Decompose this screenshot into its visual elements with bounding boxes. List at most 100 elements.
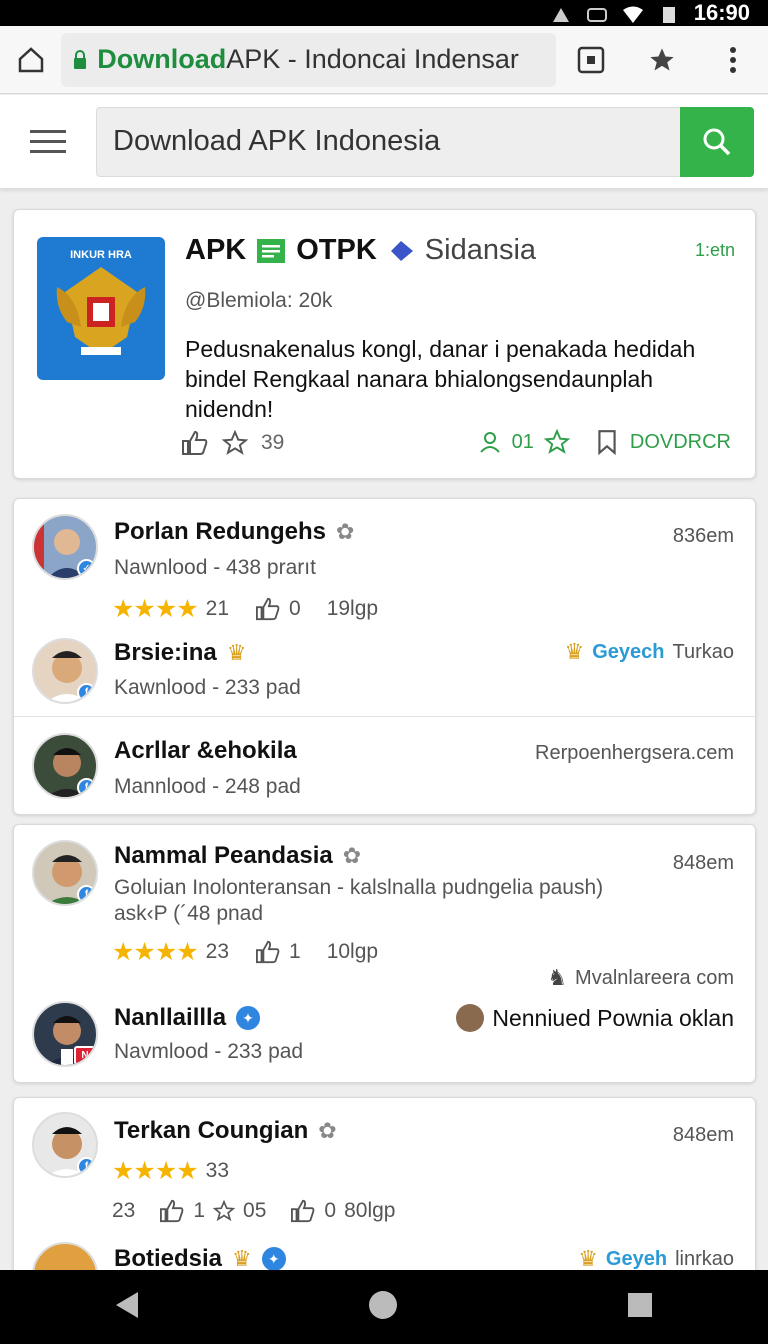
app-icon[interactable]: INKUR HRA xyxy=(37,237,165,380)
rating-row: ★★★★ 21 0 19lgp xyxy=(112,594,378,624)
site-link[interactable]: Rerpoenhergsera.cem xyxy=(535,742,734,765)
star-outline-icon[interactable] xyxy=(213,1200,236,1222)
verified-icon: ✓ xyxy=(77,559,96,578)
address-bar[interactable]: Download APK - Indoncai Indensar xyxy=(61,32,556,87)
browser-toolbar: Download APK - Indoncai Indensar xyxy=(0,26,768,94)
gear-icon: ✿ xyxy=(336,519,355,544)
promo-link[interactable]: Nenniued Pownia oklan xyxy=(456,1004,734,1032)
tag-b: Turkao xyxy=(672,640,734,663)
battery-icon xyxy=(658,4,680,23)
avatar[interactable]: f xyxy=(32,1112,98,1178)
post-time: 848em xyxy=(672,1124,734,1146)
post-time: 848em xyxy=(672,852,734,874)
document-icon xyxy=(257,238,286,263)
tag-a: Geyeh xyxy=(605,1247,668,1270)
tabs-icon xyxy=(577,46,605,73)
back-triangle-icon xyxy=(115,1291,138,1318)
stars-count: 05 xyxy=(243,1199,267,1222)
home-icon xyxy=(18,46,43,72)
recents-button[interactable] xyxy=(626,1291,654,1324)
badge-icon: ✦ xyxy=(261,1247,286,1271)
app-name[interactable]: Nanllaillla ✦ xyxy=(114,1004,261,1032)
thumbs-up-icon[interactable] xyxy=(181,430,209,456)
app-list-card: ✓ Porlan Redungehs ✿ 836em Nawnlood - 43… xyxy=(13,498,757,815)
featured-app-card[interactable]: INKUR HRA APK OTPK Sidansia 1:etn @Blemi… xyxy=(13,209,756,479)
download-meta: Nawnlood - 438 prarıt xyxy=(114,556,316,579)
file-size: 10lgp xyxy=(326,940,379,963)
download-link[interactable]: DOVDRCR xyxy=(630,431,731,454)
download-meta: Navmlood - 233 pad xyxy=(114,1040,304,1063)
bookmark-icon[interactable] xyxy=(594,429,620,455)
likes-count: 1 xyxy=(193,1199,206,1222)
thumbs-count: 1 xyxy=(289,940,301,963)
thumbs-up-icon[interactable] xyxy=(255,940,281,964)
star-icon xyxy=(650,47,674,70)
app-name[interactable]: Botiedsia ♛ ✦ xyxy=(114,1245,286,1273)
thumbs-count: 0 xyxy=(324,1199,337,1222)
back-button[interactable] xyxy=(114,1290,140,1325)
rating-count: 23 xyxy=(205,940,230,963)
thumbs-up-icon[interactable] xyxy=(290,1199,316,1223)
url-path: APK - Indoncai Indensar xyxy=(226,44,519,74)
app-name[interactable]: Acrllar &ehokila xyxy=(114,737,297,765)
app-list-card: f Nammal Peandasia ✿ 848em Goluian Inolo… xyxy=(13,824,756,1083)
rating-stars-icon: ★★★★ xyxy=(112,595,199,623)
star-outline-icon[interactable] xyxy=(221,430,249,456)
tabs-button[interactable] xyxy=(556,26,627,94)
download-meta: Goluian Inolonteransan - kalslnalla pudn… xyxy=(114,876,604,925)
avatar[interactable]: N xyxy=(32,1001,98,1067)
user-icon[interactable] xyxy=(478,430,502,454)
app-icon-text: INKUR HRA xyxy=(70,249,132,261)
rating-count: 33 xyxy=(205,1159,230,1182)
app-name-text: Nammal Peandasia xyxy=(114,842,333,869)
app-name[interactable]: Terkan Coungian ✿ xyxy=(114,1117,337,1145)
file-size: 80lgp xyxy=(344,1199,396,1222)
rating-row: ★★★★ 23 1 10lgp xyxy=(112,937,378,967)
app-subtitle: @Blemiola: 20k xyxy=(185,289,333,312)
star-outline-icon[interactable] xyxy=(543,429,570,455)
avatar[interactable]: f xyxy=(32,638,98,704)
thumbs-up-icon[interactable] xyxy=(159,1199,185,1223)
avatar[interactable]: ✓ xyxy=(32,514,98,580)
search-input[interactable]: Download APK Indonesia xyxy=(96,106,680,177)
thumbs-up-icon[interactable] xyxy=(255,597,281,621)
comment-count: 01 xyxy=(511,430,534,453)
home-button[interactable] xyxy=(0,26,61,94)
promo-text: Nenniued Pownia oklan xyxy=(492,1004,734,1031)
lock-icon xyxy=(74,49,87,69)
verified-icon: f xyxy=(77,778,96,797)
tag-link[interactable]: ♛ Geyeh linrkao xyxy=(578,1246,734,1272)
site-link[interactable]: ♞ Mvalnlareera com xyxy=(547,965,734,991)
user-avatar-icon xyxy=(456,1004,485,1032)
post-time: 836em xyxy=(672,525,734,547)
home-nav-button[interactable] xyxy=(367,1289,399,1326)
search-button[interactable] xyxy=(680,106,754,177)
rating-count: 21 xyxy=(205,597,230,620)
cake-icon: ♛ xyxy=(226,640,247,665)
rating-stars-icon: ★★★★ xyxy=(112,1157,199,1185)
news-badge-icon: N xyxy=(74,1046,96,1065)
count: 23 xyxy=(112,1199,136,1222)
status-bar: 16:90 xyxy=(0,0,768,26)
verified-icon: f xyxy=(77,1157,96,1176)
site-header: Download APK Indonesia xyxy=(0,95,768,189)
featured-actions-right: 01 DOVDRCR xyxy=(478,429,731,455)
app-name[interactable]: Nammal Peandasia ✿ xyxy=(114,842,361,870)
rating-row: ★★★★ 33 xyxy=(112,1156,229,1186)
tag-link[interactable]: ♛ Geyech Turkao xyxy=(564,639,734,665)
app-name[interactable]: Brsie:ina ♛ xyxy=(114,639,246,667)
avatar[interactable]: f xyxy=(32,733,98,799)
file-size: 19lgp xyxy=(326,597,379,620)
bookmark-button[interactable] xyxy=(626,26,697,94)
app-title-c: Sidansia xyxy=(424,234,537,266)
app-name-text: Nanllaillla xyxy=(114,1004,227,1031)
wifi-icon xyxy=(622,4,644,23)
cake-icon: ♛ xyxy=(578,1246,598,1271)
app-name-text: Porlan Redungehs xyxy=(114,518,327,545)
menu-button[interactable] xyxy=(0,95,96,189)
avatar[interactable]: f xyxy=(32,840,98,906)
app-name[interactable]: Porlan Redungehs ✿ xyxy=(114,518,354,546)
overflow-menu-button[interactable] xyxy=(697,26,768,94)
app-description: Pedusnakenalus kongl, danar i penakada h… xyxy=(185,336,696,422)
app-title-a: APK xyxy=(185,234,247,266)
